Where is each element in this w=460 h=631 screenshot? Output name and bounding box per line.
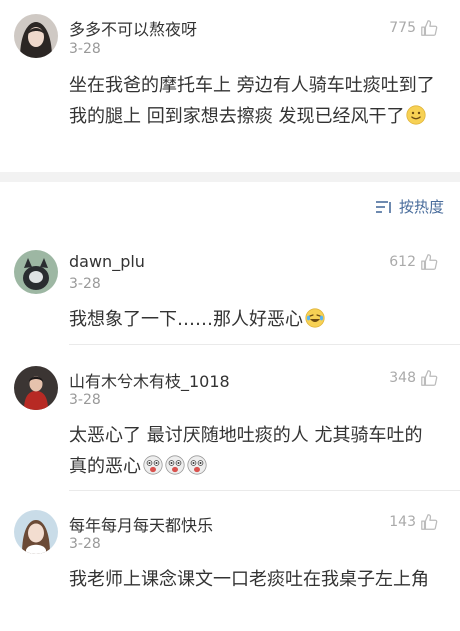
like-count: 612 bbox=[389, 254, 416, 270]
comment-text-content: 我想象了一下……那人好恶心 bbox=[69, 309, 303, 330]
like-count: 348 bbox=[389, 370, 416, 386]
like-button[interactable]: 348 bbox=[389, 369, 438, 387]
thumbs-up-icon bbox=[421, 370, 438, 386]
comment-date: 3-28 bbox=[69, 392, 101, 408]
vomit-emoji-icon bbox=[165, 455, 185, 475]
username[interactable]: dawn_plu bbox=[69, 252, 145, 271]
like-button[interactable]: 775 bbox=[389, 19, 438, 37]
sort-icon bbox=[375, 200, 391, 213]
username[interactable]: 山有木兮木有枝_1018 bbox=[69, 368, 230, 392]
section-separator bbox=[0, 172, 460, 182]
comment-date: 3-28 bbox=[69, 276, 101, 292]
avatar[interactable] bbox=[14, 14, 58, 58]
thumbs-up-icon bbox=[421, 254, 438, 270]
like-button[interactable]: 143 bbox=[389, 513, 438, 531]
comment-text-content: 坐在我爸的摩托车上 旁边有人骑车吐痰吐到了我的腿上 回到家想去擦痰 发现已经风干… bbox=[69, 75, 435, 127]
laughing-tears-emoji-icon bbox=[305, 308, 325, 328]
smile-emoji-icon bbox=[406, 105, 427, 125]
like-count: 775 bbox=[389, 20, 416, 36]
comment-date: 3-28 bbox=[69, 536, 101, 552]
sort-label: 按热度 bbox=[398, 198, 444, 216]
avatar[interactable] bbox=[14, 366, 58, 410]
avatar[interactable] bbox=[14, 250, 58, 294]
vomit-emoji-icon bbox=[143, 455, 163, 475]
comment-text-content: 太恶心了 最讨厌随地吐痰的人 尤其骑车吐的 真的恶心 bbox=[69, 425, 423, 477]
comment-text: 我老师上课念课文一口老痰吐在我桌子左上角 bbox=[69, 564, 445, 595]
divider bbox=[69, 344, 460, 345]
thumbs-up-icon bbox=[421, 20, 438, 36]
avatar[interactable] bbox=[14, 510, 58, 554]
username[interactable]: 多多不可以熬夜呀 bbox=[69, 16, 197, 40]
username[interactable]: 每年每月每天都快乐 bbox=[69, 512, 213, 536]
comment-date: 3-28 bbox=[69, 41, 101, 57]
like-button[interactable]: 612 bbox=[389, 253, 438, 271]
vomit-emoji-icon bbox=[187, 455, 207, 475]
like-count: 143 bbox=[389, 514, 416, 530]
divider bbox=[69, 490, 460, 491]
comment-text: 太恶心了 最讨厌随地吐痰的人 尤其骑车吐的 真的恶心 bbox=[69, 420, 445, 482]
comment-text: 我想象了一下……那人好恶心 bbox=[69, 304, 445, 335]
comment-text: 坐在我爸的摩托车上 旁边有人骑车吐痰吐到了我的腿上 回到家想去擦痰 发现已经风干… bbox=[69, 70, 445, 132]
sort-button[interactable]: 按热度 bbox=[375, 196, 444, 217]
comment-text-content: 我老师上课念课文一口老痰吐在我桌子左上角 bbox=[69, 569, 429, 590]
thumbs-up-icon bbox=[421, 514, 438, 530]
